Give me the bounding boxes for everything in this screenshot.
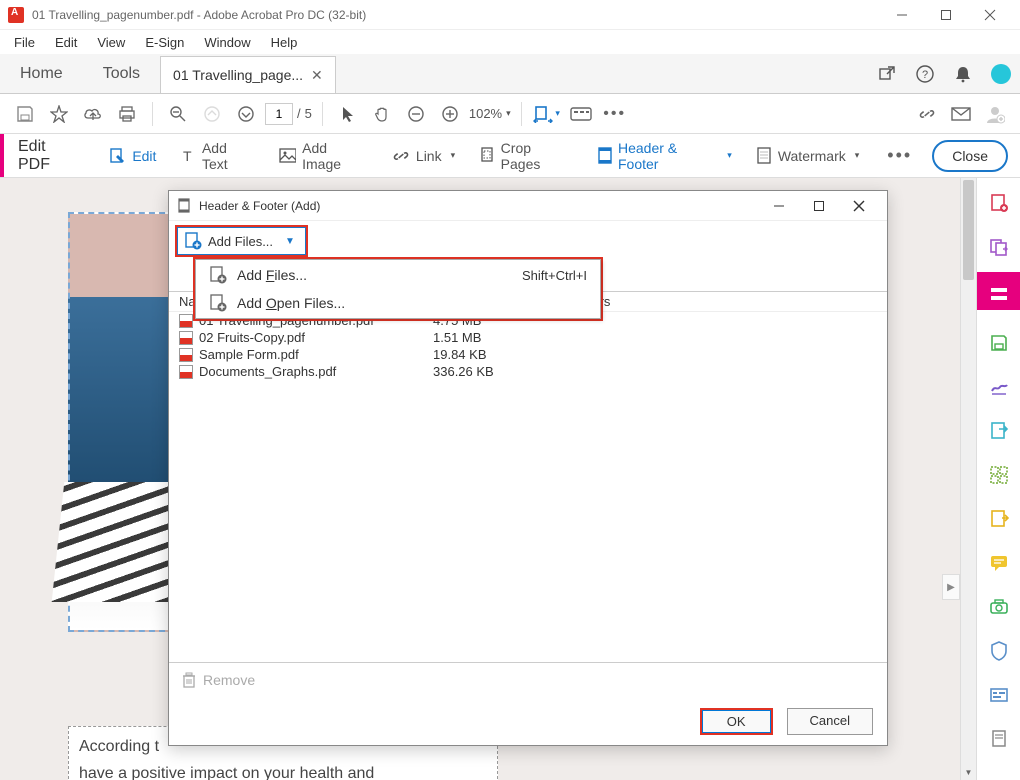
file-row[interactable]: 02 Fruits-Copy.pdf1.51 MB: [169, 329, 887, 346]
dialog-maximize-button[interactable]: [799, 191, 839, 221]
star-icon[interactable]: [44, 99, 74, 129]
tab-close-icon[interactable]: ✕: [311, 67, 323, 84]
ok-button-highlight: OK: [700, 708, 773, 735]
svg-text:T: T: [183, 148, 192, 164]
dialog-minimize-button[interactable]: [759, 191, 799, 221]
page-down-icon[interactable]: [231, 99, 261, 129]
menu-esign[interactable]: E-Sign: [137, 33, 192, 52]
add-files-dropdown-button[interactable]: Add Files... ▼: [177, 227, 306, 255]
close-panel-button[interactable]: Close: [932, 140, 1008, 172]
vertical-scrollbar[interactable]: ▲ ▼: [960, 178, 976, 780]
pdf-icon: [179, 331, 193, 345]
collapse-right-icon[interactable]: ▶: [942, 574, 960, 600]
tab-document-label: 01 Travelling_page...: [173, 67, 303, 83]
header-footer-button[interactable]: Header & Footer▾: [589, 136, 740, 176]
minimize-button[interactable]: [880, 0, 924, 30]
zoom-out-icon[interactable]: [401, 99, 431, 129]
add-files-highlight: Add Files... ▼: [175, 225, 308, 257]
save-icon[interactable]: [10, 99, 40, 129]
email-icon[interactable]: [946, 99, 976, 129]
menu-view[interactable]: View: [89, 33, 133, 52]
share-icon[interactable]: [868, 54, 906, 93]
maximize-button[interactable]: [924, 0, 968, 30]
menu-window[interactable]: Window: [196, 33, 258, 52]
cloud-upload-icon[interactable]: [78, 99, 108, 129]
profile-avatar[interactable]: [982, 54, 1020, 93]
sidebar-export-icon[interactable]: [988, 420, 1010, 442]
tab-home[interactable]: Home: [0, 54, 83, 93]
sidebar-sign-icon[interactable]: [988, 376, 1010, 398]
menu-add-open-files[interactable]: Add Open Files...: [197, 289, 599, 317]
zoom-level[interactable]: 102%▾: [469, 106, 511, 121]
edit-button[interactable]: Edit: [100, 143, 164, 169]
more-options-icon[interactable]: •••: [887, 145, 912, 166]
menu-file[interactable]: File: [6, 33, 43, 52]
tab-tools[interactable]: Tools: [83, 54, 160, 93]
sidebar-combine-icon[interactable]: [988, 236, 1010, 258]
header-footer-dialog: Header & Footer (Add) Add Files... ▼ Add…: [168, 190, 888, 746]
page-display-icon[interactable]: [566, 99, 596, 129]
watermark-button[interactable]: Watermark▾: [748, 143, 867, 169]
sidebar-create-icon[interactable]: [988, 192, 1010, 214]
window-title: 01 Travelling_pagenumber.pdf - Adobe Acr…: [32, 8, 880, 22]
menu-help[interactable]: Help: [263, 33, 306, 52]
file-row[interactable]: Sample Form.pdf19.84 KB: [169, 346, 887, 363]
pdf-icon: [179, 314, 193, 328]
crop-button[interactable]: Crop Pages: [471, 136, 580, 176]
app-icon: [8, 7, 24, 23]
print-icon[interactable]: [112, 99, 142, 129]
fit-width-icon[interactable]: ▾: [532, 99, 562, 129]
ok-button[interactable]: OK: [702, 710, 771, 733]
menu-add-files[interactable]: Add Files... Shift+Ctrl+I: [197, 261, 599, 289]
remove-button: Remove: [181, 671, 255, 689]
sidebar-protect-icon[interactable]: [988, 640, 1010, 662]
dialog-icon: [177, 198, 193, 214]
sidebar-scan-icon[interactable]: [988, 596, 1010, 618]
bell-icon[interactable]: [944, 54, 982, 93]
hand-icon[interactable]: [367, 99, 397, 129]
cancel-button[interactable]: Cancel: [787, 708, 873, 735]
page-up-icon[interactable]: [197, 99, 227, 129]
file-row[interactable]: Documents_Graphs.pdf336.26 KB: [169, 363, 887, 380]
sidebar-redact-icon[interactable]: [988, 684, 1010, 706]
account-icon[interactable]: [980, 99, 1010, 129]
sidebar-edit-icon[interactable]: [977, 272, 1020, 310]
page-sep: /: [297, 106, 301, 121]
add-text-button[interactable]: TAdd Text: [172, 136, 262, 176]
add-files-menu-highlight: Add Files... Shift+Ctrl+I Add Open Files…: [193, 257, 603, 321]
sidebar-organize-icon[interactable]: [988, 464, 1010, 486]
editbar-title: Edit PDF: [18, 138, 80, 174]
tab-document[interactable]: 01 Travelling_page... ✕: [160, 56, 336, 93]
close-button[interactable]: [968, 0, 1012, 30]
sidebar-send-icon[interactable]: [988, 508, 1010, 530]
more-tools-icon[interactable]: •••: [600, 99, 630, 129]
pdf-icon: [179, 348, 193, 362]
sidebar-save-icon[interactable]: [988, 332, 1010, 354]
help-icon[interactable]: ?: [906, 54, 944, 93]
zoom-in-icon[interactable]: [435, 99, 465, 129]
dialog-close-button[interactable]: [839, 191, 879, 221]
dialog-title: Header & Footer (Add): [199, 199, 759, 213]
page-total: 5: [305, 106, 312, 121]
selection-icon[interactable]: [333, 99, 363, 129]
sidebar-compress-icon[interactable]: [988, 728, 1010, 750]
menu-edit[interactable]: Edit: [47, 33, 85, 52]
add-image-button[interactable]: Add Image: [271, 136, 376, 176]
svg-text:?: ?: [922, 69, 928, 81]
link-button[interactable]: Link▾: [384, 144, 463, 168]
pdf-icon: [179, 365, 193, 379]
link-tool-icon[interactable]: [912, 99, 942, 129]
zoom-out-search-icon[interactable]: [163, 99, 193, 129]
sidebar-comment-icon[interactable]: [988, 552, 1010, 574]
page-number-input[interactable]: [265, 103, 293, 125]
